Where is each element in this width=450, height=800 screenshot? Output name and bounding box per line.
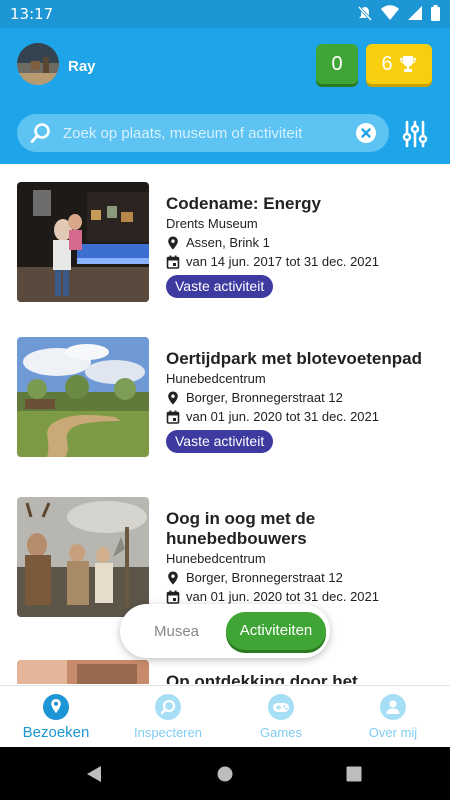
battery-icon [431, 5, 440, 21]
activity-title-line-1: Oog in oog met de [166, 509, 316, 528]
list-item[interactable]: Op ontdekking door het [17, 660, 437, 684]
magnifier-icon [155, 694, 181, 720]
calendar-icon [166, 410, 180, 424]
search-bar[interactable] [17, 114, 389, 152]
activity-thumbnail [17, 182, 149, 302]
avatar[interactable] [17, 43, 59, 85]
list-item[interactable]: Oertijdpark met blotevoetenpad Hunebedce… [17, 337, 437, 459]
close-icon [361, 128, 371, 138]
activity-address: Borger, Bronnegerstraat 12 [166, 388, 436, 407]
activity-info: Oog in oog met de hunebedbouwers Hunebed… [166, 509, 436, 606]
filter-button[interactable] [401, 120, 429, 148]
trophy-count: 6 [381, 52, 393, 75]
dates-text: van 14 jun. 2017 tot 31 dec. 2021 [186, 254, 379, 269]
list-item[interactable]: Oog in oog met de hunebedbouwers Hunebed… [17, 497, 437, 619]
gamepad-icon [268, 694, 294, 720]
username[interactable]: Ray [68, 58, 96, 75]
trophy-badge[interactable]: 6 [366, 44, 432, 84]
search-icon [30, 123, 50, 143]
address-text: Borger, Bronnegerstraat 12 [186, 390, 343, 405]
toggle-activiteiten[interactable]: Activiteiten [226, 612, 326, 650]
map-pin-icon [43, 694, 69, 720]
calendar-icon [166, 255, 180, 269]
system-nav-bar [0, 747, 450, 800]
activity-thumbnail [17, 497, 149, 617]
address-text: Assen, Brink 1 [186, 235, 270, 250]
nav-label: Games [260, 725, 302, 740]
activity-tag: Vaste activiteit [166, 275, 274, 298]
clear-search-button[interactable] [356, 123, 376, 143]
activity-thumbnail [17, 660, 149, 684]
bottom-nav: Bezoeken Inspecteren Games Over mij [0, 685, 450, 747]
app-header: Ray 0 6 [0, 28, 450, 164]
view-toggle: Musea Activiteiten [120, 604, 330, 658]
activity-address: Borger, Bronnegerstraat 12 [166, 568, 436, 587]
status-icons [357, 5, 440, 21]
activity-info: Codename: Energy Drents Museum Assen, Br… [166, 194, 436, 298]
activity-title: Op ontdekking door het [166, 672, 358, 684]
home-icon[interactable] [217, 766, 233, 782]
activity-dates: van 01 jun. 2020 tot 31 dec. 2021 [166, 407, 436, 426]
status-time: 13:17 [10, 5, 54, 23]
activity-address: Assen, Brink 1 [166, 233, 436, 252]
dates-text: van 01 jun. 2020 tot 31 dec. 2021 [186, 409, 379, 424]
nav-inspecteren[interactable]: Inspecteren [112, 686, 224, 748]
nav-games[interactable]: Games [225, 686, 337, 748]
activity-title: Codename: Energy [166, 194, 321, 213]
back-icon[interactable] [86, 765, 102, 783]
user-icon [380, 694, 406, 720]
activity-venue: Drents Museum [166, 216, 258, 231]
trophy-icon [399, 56, 416, 72]
activity-venue: Hunebedcentrum [166, 551, 266, 566]
nav-over-mij[interactable]: Over mij [337, 686, 449, 748]
activity-tag: Vaste activiteit [166, 430, 274, 453]
green-score-badge[interactable]: 0 [316, 44, 358, 84]
location-pin-icon [168, 571, 178, 584]
list-item[interactable]: Codename: Energy Drents Museum Assen, Br… [17, 182, 437, 304]
activity-title-line-2: hunebedbouwers [166, 529, 307, 548]
mute-icon [357, 5, 373, 21]
activity-dates: van 14 jun. 2017 tot 31 dec. 2021 [166, 252, 436, 271]
cellular-icon [408, 6, 422, 20]
activity-venue: Hunebedcentrum [166, 371, 266, 386]
calendar-icon [166, 590, 180, 604]
search-input[interactable] [63, 114, 343, 152]
recents-icon[interactable] [346, 766, 362, 782]
activity-info: Oertijdpark met blotevoetenpad Hunebedce… [166, 349, 436, 453]
wifi-icon [381, 5, 399, 20]
nav-label: Over mij [368, 725, 418, 740]
location-pin-icon [168, 391, 178, 404]
activity-thumbnail [17, 337, 149, 457]
nav-label: Inspecteren [134, 725, 202, 740]
activity-title: Oertijdpark met blotevoetenpad [166, 349, 422, 368]
activity-info: Op ontdekking door het [166, 672, 436, 684]
nav-label: Bezoeken [22, 724, 90, 741]
sliders-icon [402, 120, 428, 148]
nav-bezoeken[interactable]: Bezoeken [0, 686, 112, 748]
toggle-musea[interactable]: Musea [154, 623, 199, 640]
address-text: Borger, Bronnegerstraat 12 [186, 570, 343, 585]
location-pin-icon [168, 236, 178, 249]
status-bar: 13:17 [0, 0, 450, 28]
